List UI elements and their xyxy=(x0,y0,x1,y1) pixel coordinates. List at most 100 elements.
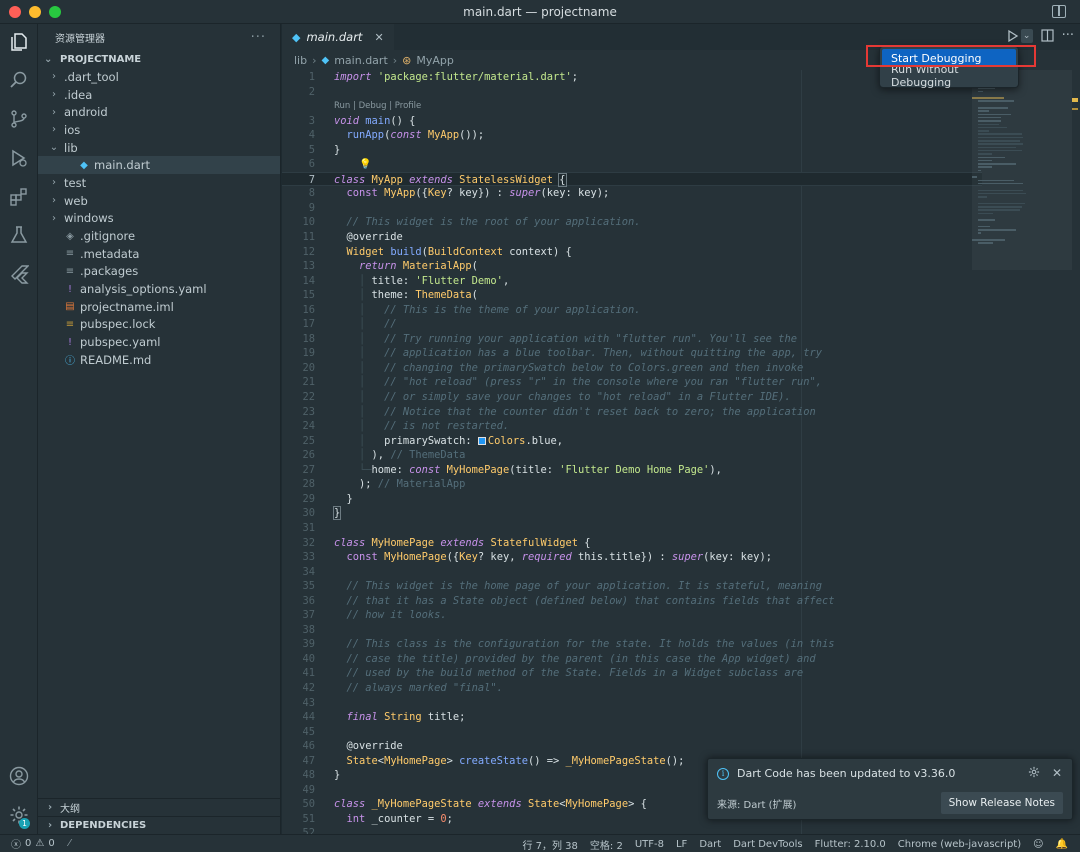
tree-item[interactable]: › test xyxy=(38,174,280,192)
notifications-bell-icon[interactable]: 🔔 xyxy=(1056,839,1068,850)
minimize-window-button[interactable] xyxy=(29,6,41,18)
project-name: PROJECTNAME xyxy=(60,53,142,65)
code-editor[interactable]: 1 import 'package:flutter/material.dart';… xyxy=(282,70,982,834)
run-debug-icon[interactable] xyxy=(9,148,29,168)
title-bar: main.dart — projectname xyxy=(0,0,1080,24)
color-swatch-blue[interactable] xyxy=(477,436,486,445)
outline-title: 大纲 xyxy=(60,804,80,815)
code-line: 1 import 'package:flutter/material.dart'; xyxy=(308,71,579,83)
minimap-line xyxy=(972,97,1004,99)
error-count: 0 xyxy=(25,838,32,849)
breadcrumb-symbol[interactable]: MyApp xyxy=(416,54,454,67)
tree-item[interactable]: ≡ .packages xyxy=(38,263,280,281)
tree-item[interactable]: › .idea xyxy=(38,86,280,104)
files-icon[interactable] xyxy=(9,32,29,52)
customize-layout-icon[interactable] xyxy=(1052,5,1066,18)
code-line: 11 @override xyxy=(302,231,403,244)
show-release-notes-button[interactable]: Show Release Notes xyxy=(940,792,1063,814)
minimap-line xyxy=(978,159,992,162)
tree-item[interactable]: ! pubspec.yaml xyxy=(38,333,280,351)
dart-devtools[interactable]: Dart DevTools xyxy=(733,839,802,850)
minimap-line xyxy=(978,133,1022,135)
minimap[interactable] xyxy=(972,70,1072,290)
minimap-line xyxy=(978,146,1016,149)
dependencies-section[interactable]: › DEPENDENCIES xyxy=(38,816,281,834)
tree-item-label: projectname.iml xyxy=(80,299,174,314)
breadcrumb-file[interactable]: main.dart xyxy=(334,54,388,67)
tree-item-label: test xyxy=(64,175,87,190)
notification-settings-gear-icon[interactable] xyxy=(1028,766,1040,778)
tree-item[interactable]: ⓘ README.md xyxy=(38,351,280,369)
run-dropdown-chevron-icon[interactable]: ⌄ xyxy=(1020,28,1033,43)
code-line: 31 xyxy=(302,521,315,534)
outline-section[interactable]: › 大纲 xyxy=(38,798,281,816)
target-device[interactable]: Chrome (web-javascript) xyxy=(898,839,1021,850)
code-line: 29 } xyxy=(302,492,353,505)
tree-item-label: .packages xyxy=(80,264,139,279)
tree-item[interactable]: › windows xyxy=(38,210,280,228)
tree-item[interactable]: ≡ pubspec.lock xyxy=(38,316,280,334)
cursor-position[interactable]: 行 7，列 38 xyxy=(522,837,577,852)
chevron-right-icon: › xyxy=(52,177,56,189)
flutter-icon[interactable] xyxy=(9,264,29,284)
minimap-line xyxy=(978,189,1023,191)
close-tab-icon[interactable]: ✕ xyxy=(374,31,383,44)
flutter-status-icon[interactable]: ⁄ xyxy=(69,838,71,849)
code-line: 30} xyxy=(302,506,342,521)
notification-message: Dart Code has been updated to v3.36.0 xyxy=(737,767,956,780)
code-line: 24 │ // is not restarted. xyxy=(302,420,510,433)
tree-item[interactable]: › web xyxy=(38,192,280,210)
tree-item[interactable]: ! analysis_options.yaml xyxy=(38,280,280,298)
run-without-debugging-menu-item[interactable]: Run Without Debugging xyxy=(882,63,1016,89)
tree-item[interactable]: › ios xyxy=(38,121,280,139)
tree-item[interactable]: › android xyxy=(38,103,280,121)
tree-item[interactable]: ◆ main.dart xyxy=(38,156,280,175)
minimap-line xyxy=(978,90,983,92)
extensions-icon[interactable] xyxy=(9,187,29,207)
code-line: 32 class MyHomePage extends StatefulWidge… xyxy=(302,536,591,549)
tree-item[interactable]: › .dart_tool xyxy=(38,68,280,86)
text-file-icon: ≡ xyxy=(65,265,75,277)
account-icon[interactable] xyxy=(9,766,29,786)
tree-item[interactable]: ⌄ lib xyxy=(38,139,280,157)
minimap-line xyxy=(978,143,1023,145)
tree-item-label: web xyxy=(64,193,88,208)
tree-item-label: lib xyxy=(64,140,78,155)
feedback-icon[interactable]: ☺ xyxy=(1033,839,1043,850)
code-line: 38 xyxy=(302,623,315,636)
tree-item[interactable]: ≡ .metadata xyxy=(38,245,280,263)
minimap-line xyxy=(978,225,990,228)
editor-more-icon[interactable]: ··· xyxy=(1062,28,1074,43)
split-editor-icon[interactable] xyxy=(1040,29,1054,42)
breadcrumb-folder[interactable]: lib xyxy=(294,54,307,67)
testing-icon[interactable] xyxy=(9,225,29,245)
problems-indicator[interactable]: ⓧ 0 ⚠ 0 ⁄ xyxy=(0,836,70,851)
codelens-run-debug-profile[interactable]: Run | Debug | Profile xyxy=(315,99,421,114)
flutter-version[interactable]: Flutter: 2.10.0 xyxy=(815,839,886,850)
git-file-icon: ◈ xyxy=(66,230,74,242)
tab-main-dart[interactable]: ◆ main.dart ✕ xyxy=(282,24,394,50)
code-line: 41 // used by the build method of the St… xyxy=(302,667,804,680)
run-debug-button[interactable]: ⌄ xyxy=(1006,28,1033,43)
maximize-window-button[interactable] xyxy=(49,6,61,18)
explorer-more-icon[interactable]: ··· xyxy=(251,30,266,45)
close-window-button[interactable] xyxy=(9,6,21,18)
search-icon[interactable] xyxy=(9,70,29,90)
code-line: 9 xyxy=(308,201,315,214)
source-control-icon[interactable] xyxy=(9,109,29,129)
language-mode[interactable]: Dart xyxy=(699,839,721,850)
code-line: 20 │ // changing the primarySwatch below… xyxy=(302,361,804,374)
encoding[interactable]: UTF-8 xyxy=(635,839,664,850)
tree-item[interactable]: ◈ .gitignore xyxy=(38,227,280,245)
project-section[interactable]: ⌄ PROJECTNAME xyxy=(38,50,280,68)
tree-item[interactable]: ▤ projectname.iml xyxy=(38,298,280,316)
code-line: 36 // that it has a State object (define… xyxy=(302,594,835,607)
minimap-line xyxy=(978,206,1022,208)
end-of-line[interactable]: LF xyxy=(676,839,687,850)
lightbulb-icon[interactable]: 💡 xyxy=(359,159,371,170)
codelens-row[interactable]: Run | Debug | Profile xyxy=(282,99,982,114)
indentation[interactable]: 空格: 2 xyxy=(590,837,623,852)
minimap-line xyxy=(978,202,1025,205)
notification-close-icon[interactable]: ✕ xyxy=(1052,766,1062,780)
minimap-line xyxy=(978,182,1023,185)
